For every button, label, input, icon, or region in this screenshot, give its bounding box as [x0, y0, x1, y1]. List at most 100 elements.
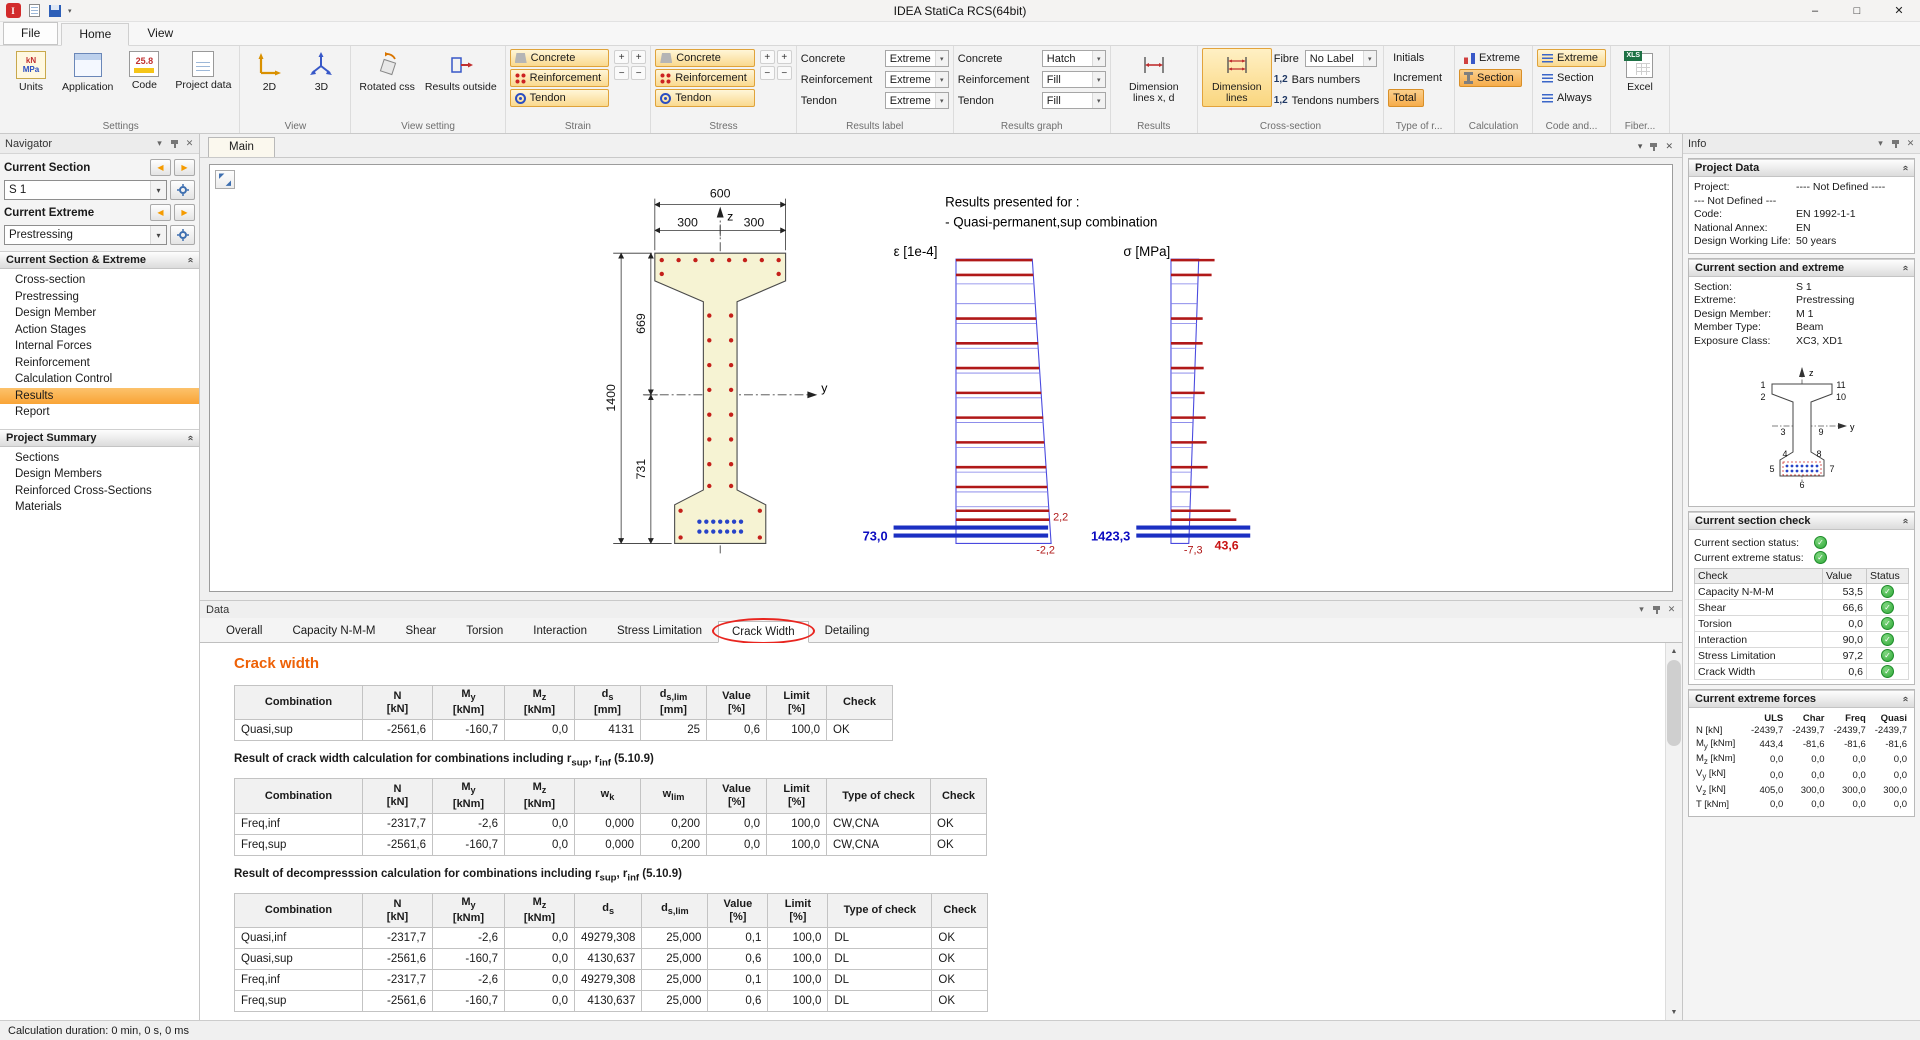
stress-plus-alt-icon[interactable]: +: [777, 50, 792, 64]
scroll-up-button[interactable]: ▲: [1666, 643, 1682, 659]
pin-icon[interactable]: [1652, 605, 1661, 615]
stress-plus-icon[interactable]: +: [760, 50, 775, 64]
extreme-settings-button[interactable]: [170, 225, 195, 245]
cross-section-dimension-lines-button[interactable]: Dimension lines: [1202, 48, 1272, 107]
sidebar-item-report[interactable]: Report: [0, 404, 199, 421]
current-section-extreme-header[interactable]: Current section and extreme «: [1689, 259, 1914, 277]
current-section-check-header[interactable]: Current section check «: [1689, 512, 1914, 530]
calculation-section-button[interactable]: Section: [1459, 69, 1522, 87]
chevron-down-icon[interactable]: ▾: [1876, 138, 1885, 149]
stress-tendon-button[interactable]: Tendon: [655, 89, 755, 107]
project-data-header[interactable]: Project Data «: [1689, 159, 1914, 177]
reinforcement-label-select[interactable]: Extreme▾: [885, 71, 949, 88]
chevron-down-icon[interactable]: ▾: [155, 138, 164, 149]
project-data-button[interactable]: Project data: [171, 48, 235, 94]
quick-access-dropdown-icon[interactable]: ▾: [68, 7, 72, 15]
strain-concrete-button[interactable]: Concrete: [510, 49, 610, 67]
project-summary-group-header[interactable]: Project Summary «: [0, 429, 199, 447]
sidebar-item-action-stages[interactable]: Action Stages: [0, 322, 199, 339]
scroll-down-button[interactable]: ▼: [1666, 1004, 1682, 1020]
next-extreme-button[interactable]: ▶: [174, 204, 195, 221]
tab-view[interactable]: View: [129, 22, 191, 45]
tab-capacity-n-m-m[interactable]: Capacity N-M-M: [278, 620, 389, 642]
results-outside-button[interactable]: Results outside: [421, 48, 501, 96]
code-extreme-button[interactable]: Extreme: [1537, 49, 1606, 67]
results-dimension-lines-button[interactable]: Dimension lines x, d: [1115, 48, 1193, 107]
sidebar-item-design-member[interactable]: Design Member: [0, 305, 199, 322]
tab-overall[interactable]: Overall: [212, 620, 276, 642]
tab-main[interactable]: Main: [208, 137, 275, 157]
tab-torsion[interactable]: Torsion: [452, 620, 517, 642]
concrete-graph-select[interactable]: Hatch▾: [1042, 50, 1106, 67]
close-button[interactable]: ✕: [1878, 0, 1920, 21]
tendon-graph-select[interactable]: Fill▾: [1042, 92, 1106, 109]
app-logo-icon[interactable]: I: [5, 3, 21, 19]
sidebar-item-sections[interactable]: Sections: [0, 450, 199, 467]
code-section-button[interactable]: Section: [1537, 69, 1602, 87]
current-section-select[interactable]: S 1 ▾: [4, 180, 167, 200]
tab-shear[interactable]: Shear: [392, 620, 451, 642]
tendons-numbers-toggle[interactable]: 1,2 Tendons numbers: [1274, 91, 1379, 110]
chevron-down-icon[interactable]: ▾: [1637, 604, 1646, 615]
stress-concrete-button[interactable]: Concrete: [655, 49, 755, 67]
maximize-button[interactable]: □: [1836, 0, 1878, 21]
tab-detailing[interactable]: Detailing: [811, 620, 884, 642]
sidebar-item-calculation-control[interactable]: Calculation Control: [0, 371, 199, 388]
total-button[interactable]: Total: [1388, 89, 1424, 107]
calculation-extreme-button[interactable]: Extreme: [1459, 49, 1528, 67]
strain-plus-icon[interactable]: +: [614, 50, 629, 64]
section-extreme-group-header[interactable]: Current Section & Extreme «: [0, 251, 199, 269]
new-document-icon[interactable]: [26, 3, 42, 19]
fit-to-view-button[interactable]: ◤ ◢: [215, 170, 235, 189]
fibre-select[interactable]: No Label▾: [1305, 50, 1377, 67]
sidebar-item-materials[interactable]: Materials: [0, 499, 199, 516]
next-section-button[interactable]: ▶: [174, 159, 195, 176]
close-icon[interactable]: ✕: [1667, 604, 1676, 615]
tendon-label-select[interactable]: Extreme▾: [885, 92, 949, 109]
bars-numbers-toggle[interactable]: 1,2 Bars numbers: [1274, 70, 1379, 89]
strain-plus-alt-icon[interactable]: +: [631, 50, 646, 64]
previous-extreme-button[interactable]: ◀: [150, 204, 171, 221]
stress-minus-icon[interactable]: −: [760, 66, 775, 80]
tab-stress-limitation[interactable]: Stress Limitation: [603, 620, 716, 642]
excel-export-button[interactable]: XLS Excel: [1615, 48, 1665, 96]
sidebar-item-internal-forces[interactable]: Internal Forces: [0, 338, 199, 355]
sidebar-item-cross-section[interactable]: Cross-section: [0, 272, 199, 289]
close-icon[interactable]: ✕: [1906, 138, 1915, 149]
sidebar-item-prestressing[interactable]: Prestressing: [0, 289, 199, 306]
tab-home[interactable]: Home: [61, 23, 129, 46]
application-button[interactable]: Application: [58, 48, 117, 96]
minimize-button[interactable]: –: [1794, 0, 1836, 21]
code-always-button[interactable]: Always: [1537, 89, 1600, 107]
drawing-canvas[interactable]: ◤ ◢ Results presented for : - Quasi-perm…: [209, 164, 1673, 592]
strain-minus-icon[interactable]: −: [614, 66, 629, 80]
close-icon[interactable]: ✕: [185, 138, 194, 149]
vertical-scrollbar[interactable]: ▲ ▼: [1665, 643, 1682, 1020]
stress-reinforcement-button[interactable]: Reinforcement: [655, 69, 755, 87]
strain-minus-alt-icon[interactable]: −: [631, 66, 646, 80]
section-settings-button[interactable]: [170, 180, 195, 200]
stress-minus-alt-icon[interactable]: −: [777, 66, 792, 80]
current-extreme-select[interactable]: Prestressing ▾: [4, 225, 167, 245]
initials-button[interactable]: Initials: [1388, 49, 1432, 67]
strain-tendon-button[interactable]: Tendon: [510, 89, 610, 107]
view-3d-button[interactable]: 3D: [296, 48, 346, 96]
tab-crack-width[interactable]: Crack Width: [718, 621, 809, 643]
sidebar-item-reinforcement[interactable]: Reinforcement: [0, 355, 199, 372]
units-button[interactable]: kN MPa Units: [6, 48, 56, 96]
concrete-label-select[interactable]: Extreme▾: [885, 50, 949, 67]
save-icon[interactable]: [47, 3, 63, 19]
view-2d-button[interactable]: 2D: [244, 48, 294, 96]
strain-reinforcement-button[interactable]: Reinforcement: [510, 69, 610, 87]
current-extreme-forces-header[interactable]: Current extreme forces «: [1689, 690, 1914, 708]
increment-button[interactable]: Increment: [1388, 69, 1450, 87]
sidebar-item-design-members[interactable]: Design Members: [0, 466, 199, 483]
sidebar-item-reinforced-cross-sections[interactable]: Reinforced Cross-Sections: [0, 483, 199, 500]
rotated-css-button[interactable]: Rotated css: [355, 48, 418, 96]
pin-icon[interactable]: [1649, 142, 1658, 152]
pin-icon[interactable]: [170, 139, 179, 149]
sidebar-item-results[interactable]: Results: [0, 388, 199, 405]
close-icon[interactable]: ✕: [1665, 141, 1673, 152]
chevron-down-icon[interactable]: ▾: [1638, 141, 1643, 152]
tab-file[interactable]: File: [3, 22, 58, 45]
